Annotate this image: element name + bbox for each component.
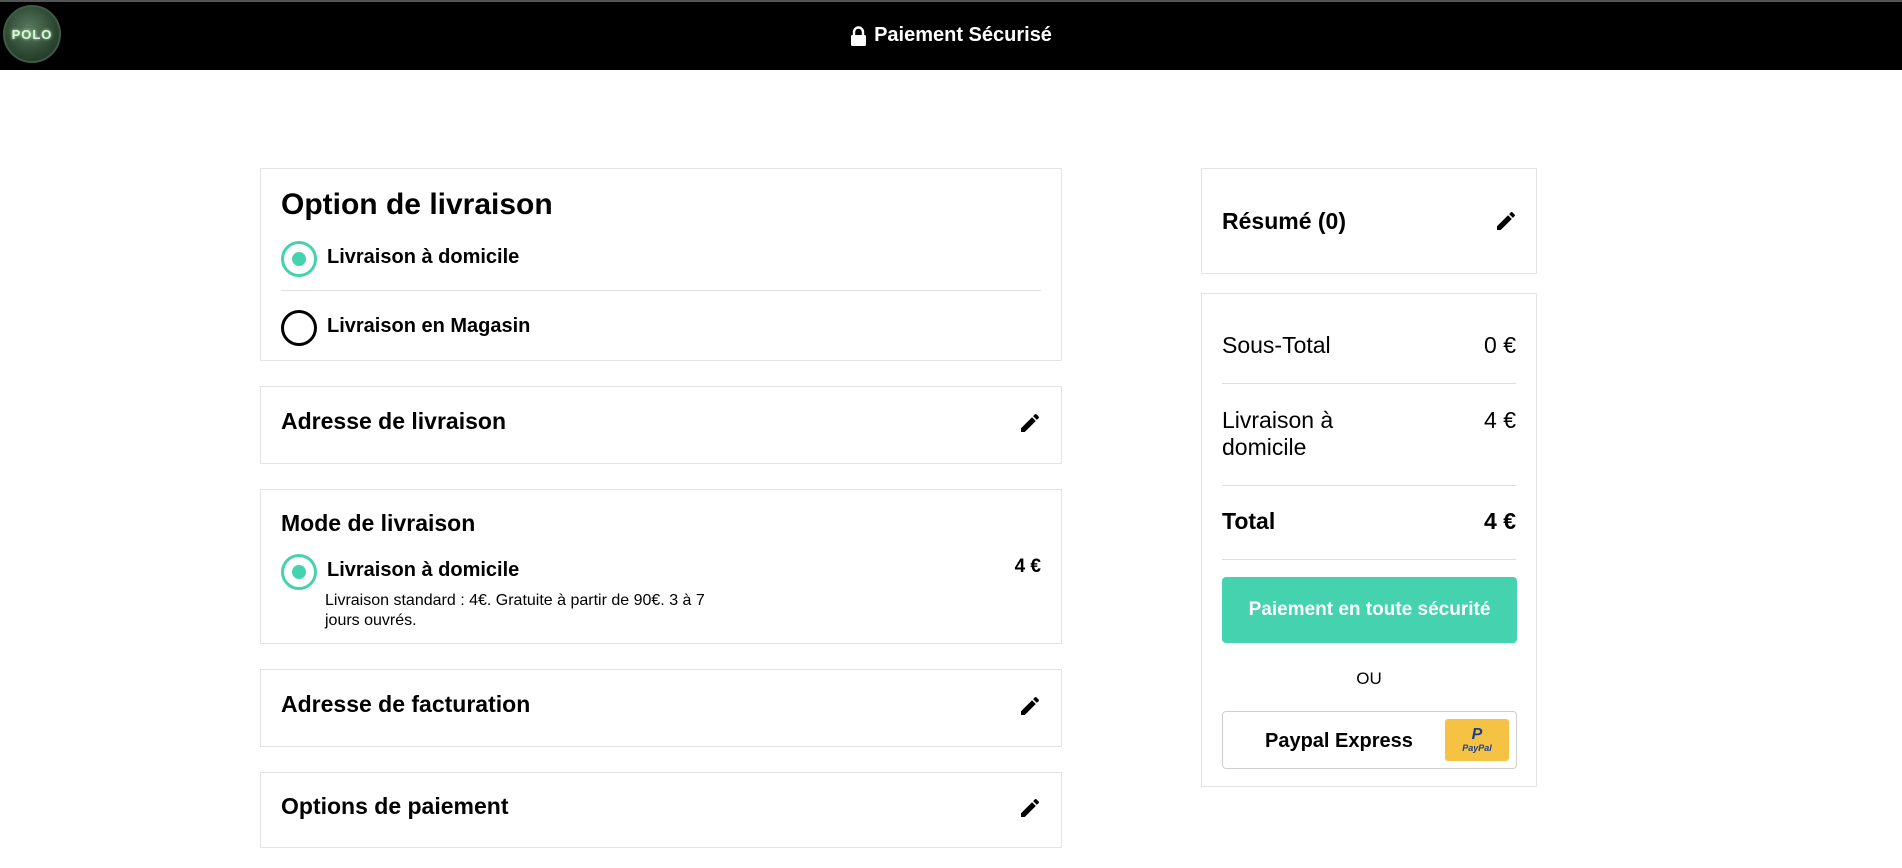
secure-payment-title: Paiement Sécurisé: [0, 24, 1902, 47]
payment-options-card[interactable]: Options de paiement: [260, 772, 1062, 848]
delivery-description-line-1: Livraison standard : 4€. Gratuite à part…: [325, 592, 705, 609]
delivery-mode-title: Mode de livraison: [281, 510, 476, 536]
total-label: Total: [1222, 508, 1276, 534]
secure-payment-button[interactable]: Paiement en toute sécurité: [1222, 577, 1517, 643]
shipping-label: Livraison à domicile: [1222, 407, 1334, 460]
delivery-option-title: Option de livraison: [281, 188, 553, 221]
paypal-logo-p: P: [1471, 726, 1483, 743]
delivery-description-line-2: jours ouvrés.: [325, 612, 417, 629]
payment-options-title: Options de paiement: [281, 793, 509, 819]
paypal-express-button[interactable]: Paypal Express P PayPal: [1222, 711, 1517, 769]
delivery-mode-price: 4 €: [1014, 556, 1041, 577]
pencil-icon[interactable]: [1018, 694, 1042, 718]
pencil-icon[interactable]: [1494, 209, 1518, 233]
option-divider: [281, 290, 1041, 291]
paypal-logo: P PayPal: [1445, 719, 1509, 761]
summary-divider: [1222, 485, 1516, 486]
summary-divider: [1222, 559, 1516, 560]
lock-icon: [851, 25, 867, 46]
pencil-icon[interactable]: [1018, 796, 1042, 820]
delivery-mode-option-label[interactable]: Livraison à domicile: [327, 559, 519, 582]
paypal-express-label: Paypal Express: [1265, 730, 1413, 752]
delivery-option-card: Option de livraison Livraison à domicile…: [260, 168, 1062, 361]
summary-header-card: Résumé (0): [1201, 168, 1537, 274]
radio-store-delivery[interactable]: [281, 310, 317, 346]
or-separator: OU: [1356, 669, 1382, 688]
delivery-mode-card: Mode de livraison Livraison à domicile 4…: [260, 489, 1062, 644]
header-title-text: Paiement Sécurisé: [874, 24, 1052, 46]
summary-title: Résumé (0): [1222, 208, 1346, 234]
billing-address-card[interactable]: Adresse de facturation: [260, 669, 1062, 747]
subtotal-value: 0 €: [1484, 332, 1516, 358]
billing-address-title: Adresse de facturation: [281, 691, 531, 717]
top-header: POLO Paiement Sécurisé: [0, 0, 1902, 70]
shipping-address-card[interactable]: Adresse de livraison: [260, 386, 1062, 464]
pencil-icon[interactable]: [1018, 411, 1042, 435]
shipping-value: 4 €: [1484, 407, 1516, 433]
delivery-mode-description: Livraison standard : 4€. Gratuite à part…: [325, 591, 705, 631]
home-delivery-label[interactable]: Livraison à domicile: [327, 246, 519, 269]
total-value: 4 €: [1484, 508, 1516, 534]
summary-totals-card: Sous-Total 0 € Livraison à domicile 4 € …: [1201, 293, 1537, 787]
radio-delivery-mode-home[interactable]: [281, 554, 317, 590]
subtotal-label: Sous-Total: [1222, 332, 1331, 358]
radio-home-delivery[interactable]: [281, 241, 317, 277]
paypal-logo-word: PayPal: [1462, 743, 1492, 753]
shipping-address-title: Adresse de livraison: [281, 408, 506, 434]
store-delivery-label[interactable]: Livraison en Magasin: [327, 315, 530, 338]
summary-divider: [1222, 383, 1516, 384]
